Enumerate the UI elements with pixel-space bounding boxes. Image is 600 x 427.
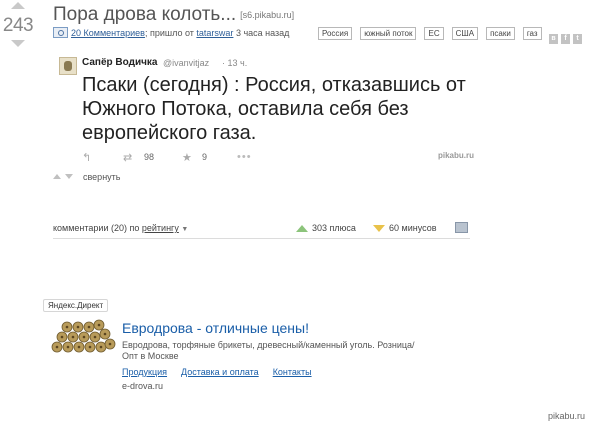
pluses-count: 303 плюса [312,223,356,233]
retweet-count: 98 [144,152,155,162]
collapse-link[interactable]: свернуть [83,172,120,182]
collapse-row: свернуть [53,172,120,182]
tag[interactable]: США [451,27,479,40]
facebook-icon[interactable]: f [561,34,570,44]
ad-links: Продукция Доставка и оплата Контакты [122,367,326,377]
comments-link[interactable]: 20 Комментариев [71,28,145,38]
tag[interactable]: ЕС [424,27,444,40]
posted-from-text: ; пришло от [144,28,194,38]
favorite-count: 9 [202,152,208,162]
upvote-arrow-icon[interactable] [11,2,25,9]
sort-dropdown[interactable]: рейтингу [142,223,179,233]
comments-sort: комментарии (20) по рейтингу ▼ [53,223,188,233]
downvote-arrow-icon[interactable] [11,40,25,47]
retweet-icon[interactable]: ⇄ [123,151,132,164]
rating-value: 243 [2,15,34,36]
minuses-stat: 60 минусов [373,223,436,233]
twitter-icon[interactable]: t [573,34,582,44]
tweet-time: · 13 ч. [222,58,248,68]
comments-count-label: комментарии (20) по [53,223,140,233]
tweet-avatar[interactable] [59,57,77,75]
reply-icon[interactable]: ↰ [82,151,91,164]
tweet-author-handle[interactable]: @ivanvitjaz [163,58,209,68]
author-link[interactable]: tatarswar [196,28,233,38]
ad-link-contacts[interactable]: Контакты [273,367,312,377]
ad-description: Евродрова, торфяные брикеты, древесный/к… [122,340,415,361]
tag[interactable]: южный поток [360,27,417,40]
image-icon[interactable] [455,222,468,233]
share-buttons: вft [549,27,585,45]
plus-arrow-icon [296,225,308,232]
posted-time: 3 часа назад [235,28,290,38]
post-meta: 20 Комментариев; пришло от tatarswar 3 ч… [53,27,289,39]
tweet-actions: ↰ ⇄ 98 ★ 9 ••• [82,151,442,165]
site-watermark: pikabu.ru [548,411,586,421]
ad-title-link[interactable]: Евродрова - отличные цены! [122,320,309,336]
comments-bar: комментарии (20) по рейтингу ▼ 303 плюса… [53,221,470,239]
tag-list: Россия южный поток ЕС США псаки газ [318,27,550,40]
pluses-stat: 303 плюса [296,223,356,233]
tag[interactable]: псаки [486,27,515,40]
tweet-watermark: pikabu.ru [438,151,475,160]
ad-link-delivery[interactable]: Доставка и оплата [181,367,259,377]
minus-arrow-icon [373,225,385,232]
arrow-down-icon[interactable] [65,174,73,179]
chevron-down-icon[interactable]: ▼ [181,226,188,233]
more-dots-icon[interactable]: ••• [237,151,252,163]
tweet-text: Псаки (сегодня) : Россия, отказавшись от… [82,74,466,144]
minuses-count: 60 минусов [389,223,437,233]
vk-icon[interactable]: в [549,34,558,44]
ad-provider-label[interactable]: Яндекс.Директ [43,299,109,312]
tweet-author-name[interactable]: Сапёр Водичка [82,57,157,68]
favorite-star-icon[interactable]: ★ [182,151,192,164]
post-domain: [s6.pikabu.ru] [240,10,295,20]
post-title[interactable]: Пора дрова колоть... [53,4,236,25]
arrow-up-icon[interactable] [53,174,61,179]
ad-link-products[interactable]: Продукция [122,367,167,377]
ad-image[interactable] [47,318,117,358]
ad-domain: e-drova.ru [122,381,164,391]
tag[interactable]: газ [522,27,542,40]
image-post-icon [53,27,68,38]
post-title-row: Пора дрова колоть... [s6.pikabu.ru] [53,4,294,26]
tag[interactable]: Россия [318,27,353,40]
